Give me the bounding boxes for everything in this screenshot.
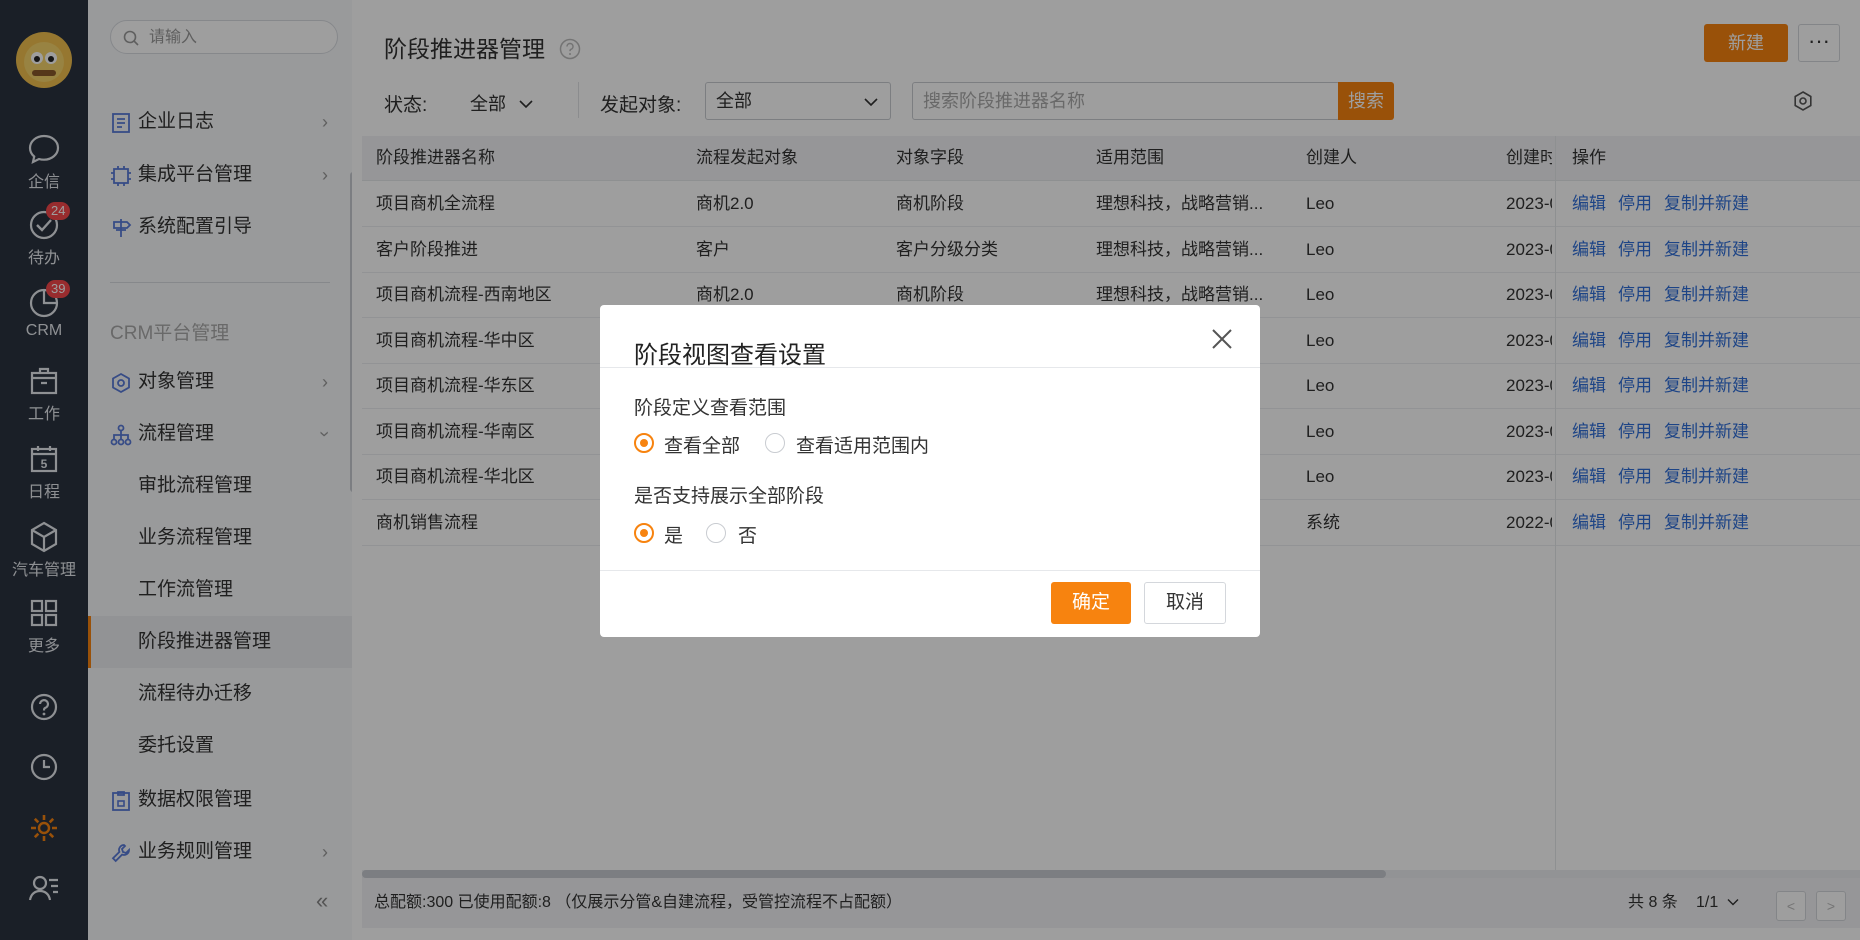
radio-no-label: 否 (738, 526, 758, 547)
radio-no[interactable] (706, 523, 726, 543)
dialog-footer-divider (600, 570, 1260, 571)
dialog-title: 阶段视图查看设置 (634, 342, 826, 369)
radio-view-all[interactable] (634, 433, 654, 453)
view-scope-label: 阶段定义查看范围 (634, 398, 787, 419)
cancel-button[interactable]: 取消 (1144, 582, 1226, 624)
radio-view-all-label: 查看全部 (664, 436, 741, 457)
radio-yes-label: 是 (664, 526, 684, 547)
radio-view-in-scope-label: 查看适用范围内 (796, 436, 930, 457)
stage-view-settings-dialog: 阶段视图查看设置 阶段定义查看范围 查看全部 查看适用范围内 是否支持展示全部阶… (600, 305, 1260, 637)
close-icon[interactable] (1208, 325, 1236, 353)
radio-view-in-scope[interactable] (765, 433, 785, 453)
confirm-button[interactable]: 确定 (1051, 582, 1131, 624)
show-all-stages-label: 是否支持展示全部阶段 (634, 486, 825, 507)
radio-yes[interactable] (634, 523, 654, 543)
dialog-header-divider (600, 367, 1260, 368)
